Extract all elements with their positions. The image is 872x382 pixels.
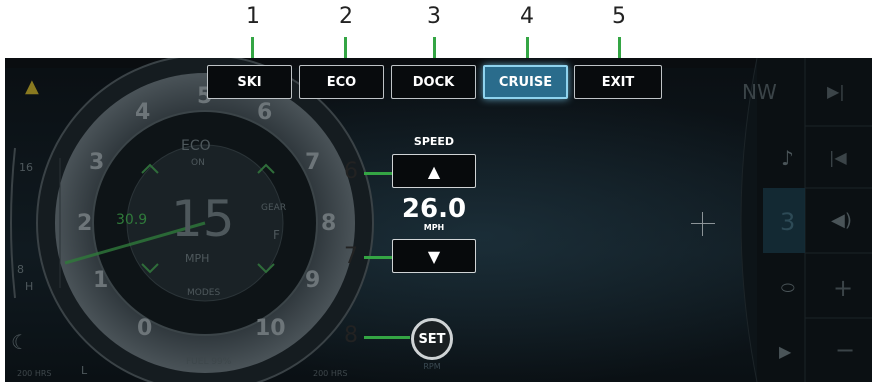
speed-up-button[interactable]: ▲ (392, 154, 476, 188)
callout-8: 8 (344, 323, 358, 348)
side-l: L (81, 364, 88, 377)
gauge-hours-center: 200 HRS (313, 369, 348, 378)
side-8: 8 (17, 263, 24, 276)
gauge-tick-7: 7 (305, 150, 321, 175)
callout-7: 7 (344, 244, 358, 269)
gauge-tick-2: 2 (77, 211, 93, 236)
side-16: 16 (19, 161, 33, 174)
callout-line-7 (364, 256, 392, 259)
skip-back-icon[interactable]: |◀ (829, 148, 847, 167)
heading-label: NW (742, 80, 777, 104)
gauge-gear-label: GEAR (261, 203, 287, 213)
callout-1: 1 (246, 4, 260, 29)
gauge-eco-state: ON (191, 158, 205, 168)
gauge-modes-label: MODES (187, 288, 221, 298)
gauge-tick-8: 8 (321, 211, 337, 236)
gauge-fuel: FUEL 99% (186, 357, 232, 367)
gauge-eco-label: ECO (181, 138, 211, 154)
crosshair-icon (691, 212, 715, 236)
callout-2: 2 (339, 4, 353, 29)
volume-icon[interactable]: ◀) (831, 210, 852, 231)
gauge-tick-0: 0 (137, 316, 153, 341)
gauge-tick-1: 1 (93, 268, 109, 293)
side-h: H (25, 280, 34, 293)
gauge-tick-4: 4 (135, 100, 151, 125)
skip-forward-icon[interactable]: ▶| (827, 82, 845, 101)
gauge-left-value: 30.9 (116, 212, 148, 228)
minus-icon[interactable]: − (835, 336, 855, 364)
gauge-tick-9: 9 (305, 268, 321, 293)
cruise-speed-unit: MPH (423, 223, 445, 232)
music-note-icon[interactable]: ♪ (781, 146, 794, 170)
callout-3: 3 (427, 4, 441, 29)
speed-title: SPEED (413, 135, 455, 148)
exit-button[interactable]: EXIT (574, 65, 662, 99)
arrow-down-icon: ▼ (427, 246, 441, 266)
toggle-icon[interactable]: ⬭ (781, 278, 795, 298)
gauge-tick-3: 3 (89, 150, 105, 175)
cruise-speed-value: 26.0 (401, 194, 467, 224)
dashboard-panel: 0 1 2 3 4 5 6 7 8 9 10 ECO ON 15 MPH MOD… (5, 58, 872, 382)
speed-down-button[interactable]: ▼ (392, 239, 476, 273)
gauge-speed-value: 15 (171, 190, 235, 248)
moon-icon: ☾ (11, 330, 29, 354)
gauge-speed-unit: MPH (185, 252, 210, 265)
dock-mode-button[interactable]: DOCK (391, 65, 476, 99)
callout-line-6 (364, 172, 392, 175)
video-icon[interactable]: ▶ (779, 342, 791, 361)
rpm-faint-label: RPM (423, 362, 441, 371)
cruise-mode-button[interactable]: CRUISE (483, 65, 568, 99)
gauge-gear-value: F (273, 228, 280, 242)
ski-mode-button[interactable]: SKI (207, 65, 292, 99)
warning-icon: ▲ (25, 76, 39, 97)
callout-6: 6 (344, 159, 358, 184)
callout-line-8 (364, 336, 410, 339)
eco-mode-button[interactable]: ECO (299, 65, 384, 99)
set-button[interactable]: SET (411, 318, 453, 360)
callout-5: 5 (612, 4, 626, 29)
gauge-tick-10: 10 (255, 316, 286, 341)
gauge-tick-6: 6 (257, 100, 273, 125)
callout-4: 4 (520, 4, 534, 29)
center-value: 3 (780, 208, 796, 236)
gauge-hours-left: 200 HRS (17, 369, 52, 378)
plus-icon[interactable]: + (833, 274, 853, 302)
arrow-up-icon: ▲ (427, 161, 441, 181)
